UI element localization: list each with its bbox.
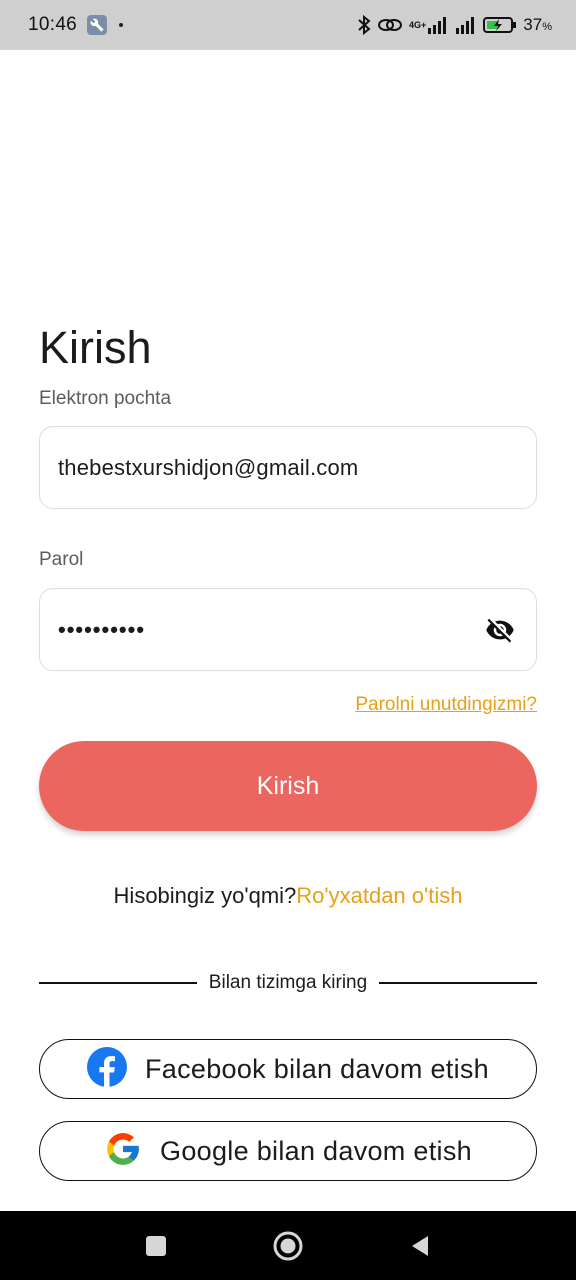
- password-field[interactable]: ••••••••••: [39, 588, 537, 671]
- status-right: 4G+ 37%: [357, 14, 552, 36]
- email-field[interactable]: thebestxurshidjon@gmail.com: [39, 426, 537, 509]
- status-time: 10:46: [28, 14, 78, 35]
- email-label: Elektron pochta: [39, 388, 172, 409]
- battery-percent-value: 37: [523, 15, 543, 34]
- signal-icon: [455, 16, 477, 34]
- page-title: Kirish: [39, 322, 152, 373]
- link-icon: [377, 16, 403, 34]
- battery-percent: 37%: [523, 15, 552, 35]
- battery-charging-icon: [483, 16, 517, 34]
- status-left: 10:46: [28, 14, 124, 36]
- divider-line-left: [39, 982, 197, 984]
- divider-line-right: [379, 982, 537, 984]
- password-value: ••••••••••: [58, 616, 146, 642]
- email-value: thebestxurshidjon@gmail.com: [58, 454, 359, 480]
- google-icon: [104, 1130, 142, 1173]
- back-triangle-icon[interactable]: [400, 1226, 440, 1266]
- google-login-button[interactable]: Google bilan davom etish: [39, 1121, 537, 1181]
- navigation-bar: [0, 1211, 576, 1280]
- signup-row: Hisobingiz yo'qmi?Ro'yxatdan o'tish: [0, 883, 576, 909]
- network-label: 4G+: [409, 19, 427, 30]
- forgot-password-link[interactable]: Parolni unutdingizmi?: [355, 694, 537, 716]
- notification-dot-icon: [119, 23, 124, 27]
- bluetooth-icon: [357, 14, 371, 36]
- social-divider: Bilan tizimga kiring: [39, 969, 537, 997]
- wrench-icon: [87, 15, 108, 35]
- home-circle-icon[interactable]: [268, 1226, 308, 1266]
- visibility-off-icon[interactable]: [482, 612, 518, 648]
- status-bar: 10:46 4G+ 37%: [0, 0, 576, 50]
- battery-percent-unit: %: [542, 21, 552, 33]
- signup-link[interactable]: Ro'yxatdan o'tish: [296, 883, 462, 908]
- google-label: Google bilan davom etish: [160, 1135, 472, 1166]
- no-account-text: Hisobingiz yo'qmi?: [113, 883, 297, 908]
- divider-text: Bilan tizimga kiring: [208, 972, 368, 993]
- facebook-login-button[interactable]: Facebook bilan davom etish: [39, 1039, 537, 1099]
- login-button[interactable]: Kirish: [39, 741, 537, 831]
- facebook-icon: [87, 1046, 127, 1092]
- recents-square-icon[interactable]: [136, 1226, 176, 1266]
- password-label: Parol: [39, 549, 84, 570]
- signal-4g-icon: 4G+: [409, 16, 449, 34]
- facebook-label: Facebook bilan davom etish: [145, 1053, 489, 1084]
